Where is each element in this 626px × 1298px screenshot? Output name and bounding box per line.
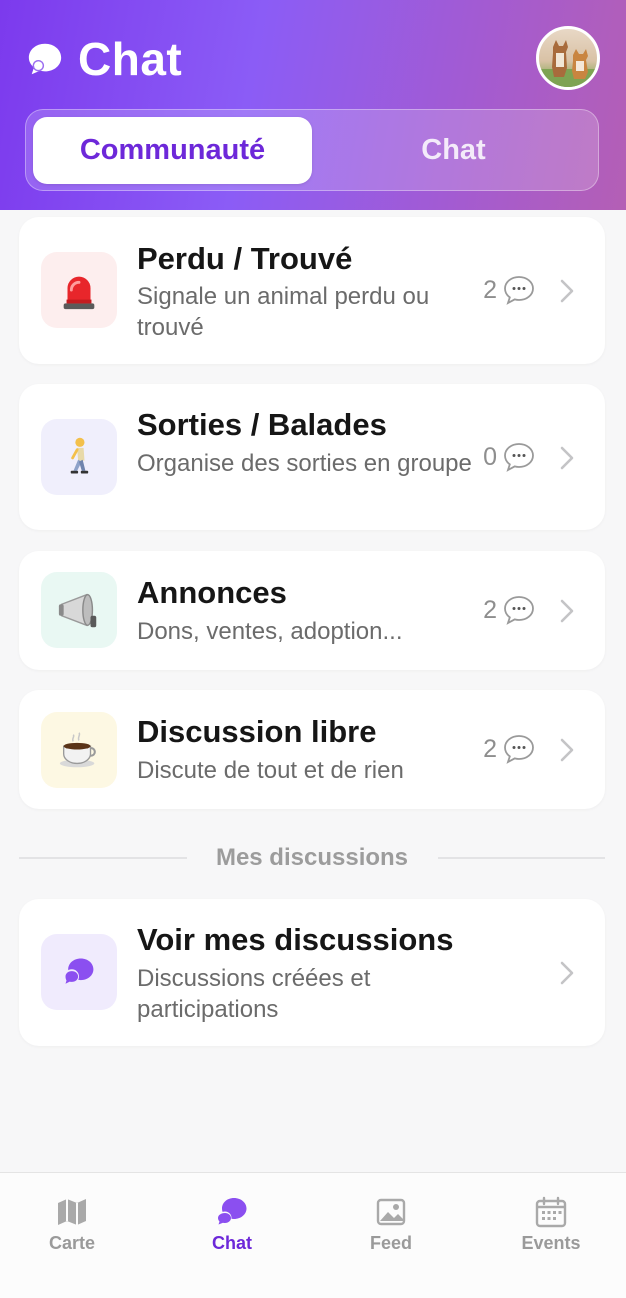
card-title: Annonces xyxy=(137,575,287,610)
speech-bubble-icon xyxy=(504,443,534,472)
my-discussions-card[interactable]: Voir mes discussions Discussions créées … xyxy=(19,899,605,1046)
bottom-tab-bar: Carte Chat Feed Events xyxy=(0,1172,626,1298)
section-divider: Mes discussions xyxy=(19,838,605,878)
chevron-right-icon xyxy=(560,279,574,303)
card-subtitle: Dons, ventes, adoption... xyxy=(137,618,403,645)
card-title: Voir mes discussions xyxy=(137,922,454,957)
tab-communaute[interactable]: Communauté xyxy=(33,117,312,184)
coffee-cup-icon xyxy=(41,712,117,788)
category-card-sorties-balades[interactable]: Sorties / Balades Organise des sorties e… xyxy=(19,384,605,530)
message-count: 2 xyxy=(483,275,535,305)
message-count: 2 xyxy=(483,734,535,764)
tab-chat[interactable]: Chat xyxy=(314,117,593,184)
category-card-annonces[interactable]: Annonces Dons, ventes, adoption... 2 xyxy=(19,551,605,670)
message-count-value: 2 xyxy=(483,275,497,304)
header-title-row: Chat xyxy=(26,34,182,84)
chat-icon xyxy=(218,1198,247,1225)
tab-label: Carte xyxy=(48,1233,96,1253)
message-count-value: 2 xyxy=(483,595,497,624)
card-title: Discussion libre xyxy=(137,714,377,749)
chat-logo-icon xyxy=(28,43,62,75)
message-count: 2 xyxy=(483,595,535,625)
image-icon xyxy=(376,1198,406,1226)
avatar-dogs-image xyxy=(539,40,597,87)
card-subtitle: Organise des sorties en groupe xyxy=(137,450,472,477)
siren-icon xyxy=(41,252,117,328)
message-count-value: 0 xyxy=(483,442,497,471)
chevron-right-icon xyxy=(560,961,574,985)
speech-bubble-icon xyxy=(504,596,534,625)
avatar[interactable] xyxy=(536,26,600,90)
calendar-icon xyxy=(535,1196,567,1228)
chat-bubbles-icon xyxy=(41,934,117,1010)
walking-person-icon xyxy=(41,419,117,495)
chevron-right-icon xyxy=(560,446,574,470)
segmented-control: Communauté Chat xyxy=(25,109,599,191)
app-screen: Chat Communauté Chat Perdu / Trouvé Sign… xyxy=(0,0,626,1298)
card-subtitle: Discussions créées et participations xyxy=(137,965,371,1023)
tab-label: Chat xyxy=(212,1233,252,1253)
message-count: 0 xyxy=(483,442,535,472)
speech-bubble-icon xyxy=(504,276,534,305)
page-title: Chat xyxy=(78,33,183,85)
tab-chat-nav[interactable]: Chat xyxy=(172,1195,292,1254)
chevron-right-icon xyxy=(560,599,574,623)
megaphone-icon xyxy=(41,572,117,648)
tab-feed[interactable]: Feed xyxy=(331,1195,451,1254)
map-icon xyxy=(58,1199,86,1225)
tab-events[interactable]: Events xyxy=(491,1195,611,1254)
tab-carte[interactable]: Carte xyxy=(12,1195,132,1254)
tab-label: Events xyxy=(521,1233,581,1253)
card-title: Perdu / Trouvé xyxy=(137,241,353,276)
card-title: Sorties / Balades xyxy=(137,407,387,442)
card-subtitle: Discute de tout et de rien xyxy=(137,757,404,784)
speech-bubble-icon xyxy=(504,735,534,764)
tab-label: Feed xyxy=(369,1233,412,1253)
header: Chat Communauté Chat xyxy=(0,0,626,210)
chevron-right-icon xyxy=(560,738,574,762)
card-subtitle: Signale un animal perdu ou trouvé xyxy=(137,283,430,341)
category-card-perdu-trouve[interactable]: Perdu / Trouvé Signale un animal perdu o… xyxy=(19,217,605,364)
message-count-value: 2 xyxy=(483,734,497,763)
category-card-discussion-libre[interactable]: Discussion libre Discute de tout et de r… xyxy=(19,690,605,809)
divider-line-right xyxy=(438,857,605,859)
